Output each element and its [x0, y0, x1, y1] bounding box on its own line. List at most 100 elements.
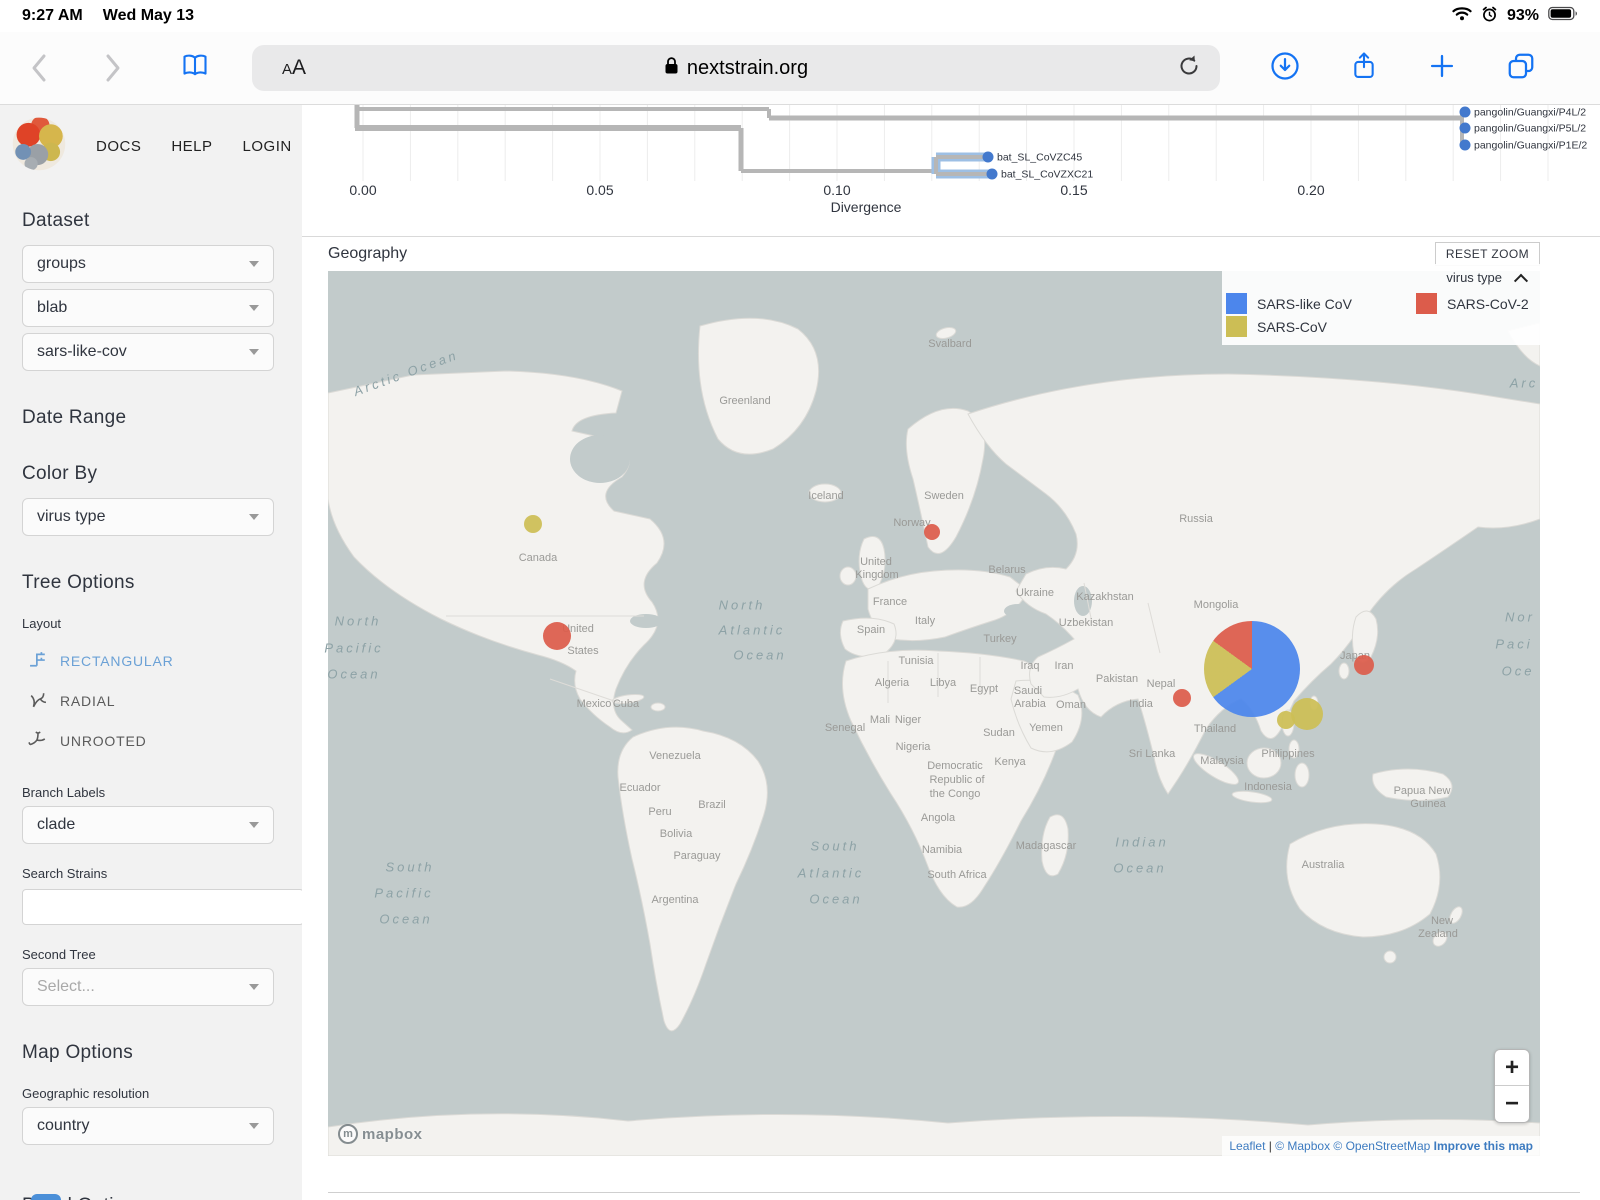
layout-option-radial[interactable]: RADIAL: [26, 691, 302, 711]
new-tab-icon[interactable]: [1428, 52, 1456, 85]
toggle-fragment[interactable]: [31, 1194, 61, 1200]
legend-swatch: [1416, 293, 1437, 314]
legend-label: SARS-CoV-2: [1447, 296, 1529, 312]
layout-option-label: UNROOTED: [60, 733, 147, 749]
chevron-down-icon: [249, 822, 259, 828]
layout-option-label: RADIAL: [60, 693, 115, 709]
map-options-heading: Map Options: [22, 1042, 302, 1064]
map-circle-marker[interactable]: [543, 622, 571, 650]
wifi-icon: [1452, 6, 1472, 26]
color-by-dropdown[interactable]: virus type: [22, 498, 274, 536]
tree-tip-label: pangolin/Guangxi/P5L/2: [1474, 123, 1586, 135]
dataset-dropdown-2[interactable]: blab: [22, 289, 274, 327]
legend-title: virus type: [1446, 270, 1502, 285]
clock-date: Wed May 13: [103, 7, 194, 25]
legend-item[interactable]: SARS-CoV: [1226, 316, 1416, 337]
dataset-dropdown-1[interactable]: groups: [22, 245, 274, 283]
legend-swatch: [1226, 293, 1247, 314]
nav-docs[interactable]: DOCS: [96, 138, 141, 155]
nav-login[interactable]: LOGIN: [243, 138, 292, 155]
ios-status-bar: 9:27 AM Wed May 13 93%: [0, 0, 1600, 32]
mapbox-logo-text: mapbox: [362, 1126, 423, 1143]
legend-item[interactable]: SARS-like CoV: [1226, 293, 1416, 314]
second-tree-dropdown[interactable]: Select...: [22, 968, 274, 1006]
second-tree-label: Second Tree: [22, 947, 302, 962]
bookmarks-icon[interactable]: [180, 52, 210, 85]
divergence-tick: 0.00: [349, 182, 376, 198]
rectangular-tree-icon: [26, 651, 50, 671]
panel-options-heading: Panel Options: [22, 1195, 302, 1200]
legend-label: SARS-like CoV: [1257, 296, 1352, 312]
search-strains-input[interactable]: [22, 889, 304, 925]
divergence-tick: 0.15: [1060, 182, 1087, 198]
osm-link[interactable]: © OpenStreetMap: [1333, 1139, 1433, 1153]
legend-item[interactable]: SARS-CoV-2: [1416, 293, 1530, 314]
chevron-down-icon: [249, 1123, 259, 1129]
tree-tip-node[interactable]: [987, 169, 998, 180]
next-panel-divider: [328, 1192, 1580, 1193]
leaflet-link[interactable]: Leaflet: [1229, 1139, 1265, 1153]
tabs-icon[interactable]: [1506, 51, 1536, 86]
url-text: nextstrain.org: [687, 57, 808, 80]
divergence-tick: 0.05: [586, 182, 613, 198]
geography-title: Geography: [328, 245, 407, 263]
battery-percent: 93%: [1507, 7, 1539, 25]
chevron-up-icon[interactable]: [1514, 273, 1528, 287]
color-by-value: virus type: [37, 508, 105, 526]
map-attribution: Leaflet | © Mapbox © OpenStreetMap Impro…: [1222, 1136, 1540, 1156]
unrooted-tree-icon: [26, 731, 50, 751]
forward-button[interactable]: [100, 48, 130, 88]
lock-icon: [664, 56, 679, 81]
zoom-out-button[interactable]: −: [1495, 1086, 1529, 1122]
chevron-down-icon: [249, 305, 259, 311]
attribution-separator: |: [1265, 1139, 1275, 1153]
map-circle-marker[interactable]: [924, 524, 940, 540]
tree-tip-node[interactable]: [1460, 140, 1471, 151]
world-map[interactable]: Arctic OceanArcNorthPacificOceanNorthAtl…: [328, 271, 1540, 1156]
branch-labels-label: Branch Labels: [22, 785, 302, 800]
chevron-down-icon: [249, 349, 259, 355]
tree-options-heading: Tree Options: [22, 572, 302, 594]
branch-labels-value: clade: [37, 816, 75, 834]
zoom-in-button[interactable]: +: [1495, 1050, 1529, 1086]
mapbox-link[interactable]: © Mapbox: [1275, 1139, 1333, 1153]
mapbox-logo[interactable]: m mapbox: [338, 1124, 423, 1144]
chevron-down-icon: [249, 514, 259, 520]
search-strains-label: Search Strains: [22, 866, 302, 881]
tree-tip-label: bat_SL_CoVZC45: [997, 152, 1082, 164]
map-circle-marker[interactable]: [524, 515, 542, 533]
back-button[interactable]: [26, 48, 56, 88]
reset-zoom-button[interactable]: RESET ZOOM: [1435, 242, 1540, 266]
address-bar[interactable]: AA nextstrain.org: [252, 45, 1220, 91]
layout-option-unrooted[interactable]: UNROOTED: [26, 731, 302, 751]
nav-help[interactable]: HELP: [171, 138, 212, 155]
dataset-dropdown-3[interactable]: sars-like-cov: [22, 333, 274, 371]
map-legend: virus type SARS-like CoV SARS-CoV-2 SARS-C…: [1222, 264, 1540, 345]
layout-label: Layout: [22, 616, 302, 631]
main-content: pangolin/Guangxi/P4L/2 pangolin/Guangxi/P…: [302, 105, 1600, 1200]
map-circle-marker[interactable]: [1291, 698, 1323, 730]
tree-tip-label: pangolin/Guangxi/P4L/2: [1474, 107, 1586, 119]
legend-swatch: [1226, 316, 1247, 337]
improve-map-link[interactable]: Improve this map: [1434, 1139, 1533, 1153]
nextstrain-logo[interactable]: [10, 115, 68, 178]
tree-panel[interactable]: pangolin/Guangxi/P4L/2 pangolin/Guangxi/P…: [302, 105, 1600, 236]
divergence-axis-label: Divergence: [831, 199, 902, 215]
legend-label: SARS-CoV: [1257, 319, 1327, 335]
branch-labels-dropdown[interactable]: clade: [22, 806, 274, 844]
share-icon[interactable]: [1350, 51, 1378, 86]
map-circle-marker[interactable]: [1173, 689, 1191, 707]
divergence-tick: 0.20: [1297, 182, 1324, 198]
map-pie-marker[interactable]: [1204, 621, 1300, 717]
geo-resolution-value: country: [37, 1117, 89, 1135]
dataset-value-1: groups: [37, 255, 86, 273]
downloads-icon[interactable]: [1270, 51, 1300, 86]
tree-tip-node[interactable]: [1460, 107, 1471, 118]
tree-tip-node[interactable]: [983, 152, 994, 163]
map-circle-marker[interactable]: [1354, 655, 1374, 675]
chevron-down-icon: [249, 261, 259, 267]
geo-resolution-dropdown[interactable]: country: [22, 1107, 274, 1145]
tree-tip-node[interactable]: [1460, 123, 1471, 134]
layout-option-rectangular[interactable]: RECTANGULAR: [26, 651, 302, 671]
reload-icon[interactable]: [1178, 54, 1200, 83]
